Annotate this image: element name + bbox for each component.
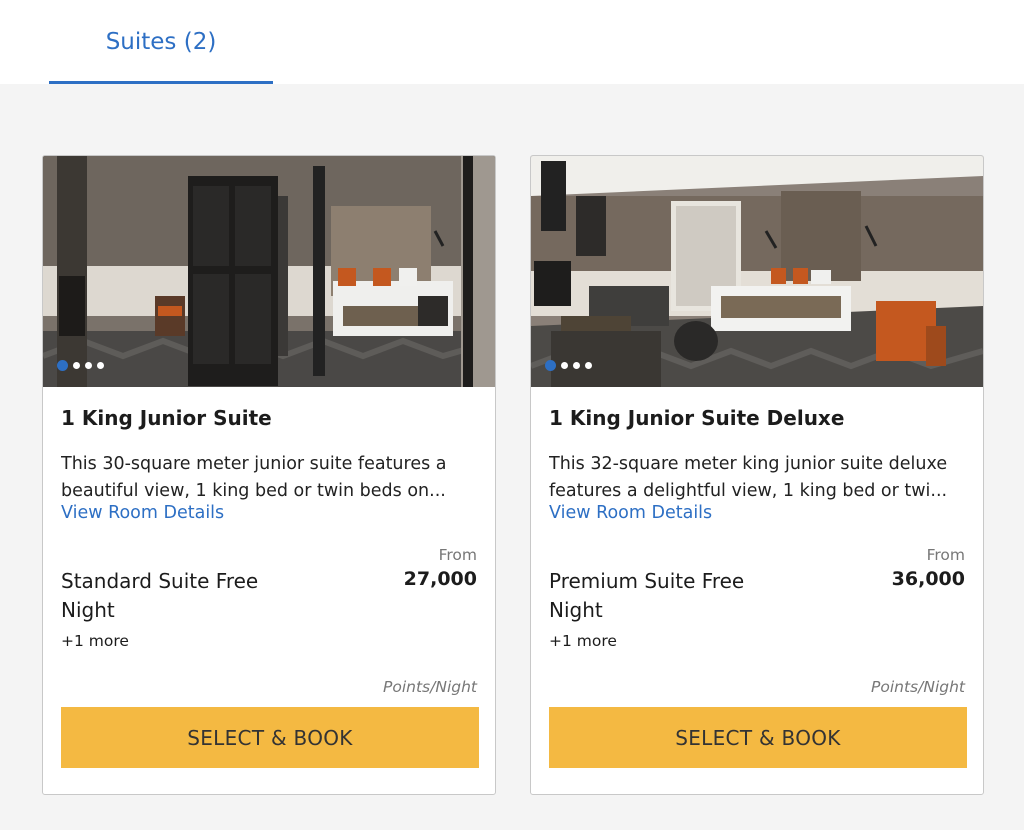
room-card: 1 King Junior Suite Deluxe This 32-squar…	[530, 155, 984, 795]
rate-name: Standard Suite Free Night	[61, 569, 259, 622]
carousel-dot[interactable]	[73, 362, 80, 369]
carousel-dot[interactable]	[97, 362, 104, 369]
tab-suites[interactable]: Suites (2)	[49, 0, 273, 84]
carousel-dot[interactable]	[545, 360, 556, 371]
view-room-details-link[interactable]: View Room Details	[549, 503, 712, 523]
price-points: 36,000	[891, 568, 965, 590]
room-title: 1 King Junior Suite Deluxe	[549, 406, 845, 430]
select-and-book-button[interactable]: SELECT & BOOK	[549, 707, 967, 768]
carousel-dots	[57, 360, 104, 371]
room-title: 1 King Junior Suite	[61, 406, 272, 430]
from-label: From	[926, 546, 965, 564]
view-room-details-link[interactable]: View Room Details	[61, 503, 224, 523]
select-and-book-button[interactable]: SELECT & BOOK	[61, 707, 479, 768]
description-line: This 32-square meter king junior suite d…	[549, 454, 948, 474]
more-rates-link[interactable]: +1 more	[61, 632, 129, 650]
room-description: This 32-square meter king junior suite d…	[549, 451, 969, 505]
carousel-dot[interactable]	[561, 362, 568, 369]
price-unit: Points/Night	[383, 678, 477, 696]
carousel-dot[interactable]	[573, 362, 580, 369]
tab-bar: Suites (2)	[0, 0, 1024, 84]
rate-name: Premium Suite Free Night	[549, 569, 745, 622]
tab-active-indicator	[49, 81, 273, 84]
price-points: 27,000	[403, 568, 477, 590]
carousel-dot[interactable]	[85, 362, 92, 369]
room-photo[interactable]	[531, 156, 983, 387]
room-photo[interactable]	[43, 156, 495, 387]
carousel-dots	[545, 360, 592, 371]
carousel-dot[interactable]	[585, 362, 592, 369]
carousel-dot[interactable]	[57, 360, 68, 371]
tab-suites-label: Suites (2)	[105, 29, 217, 55]
from-label: From	[438, 546, 477, 564]
more-rates-link[interactable]: +1 more	[549, 632, 617, 650]
room-card: 1 King Junior Suite This 30-square meter…	[42, 155, 496, 795]
price-unit: Points/Night	[871, 678, 965, 696]
description-line: features a delightful view, 1 king bed o…	[549, 481, 948, 501]
room-description: This 30-square meter junior suite featur…	[61, 451, 481, 505]
description-line: This 30-square meter junior suite featur…	[61, 454, 447, 474]
description-line: beautiful view, 1 king bed or twin beds …	[61, 481, 446, 501]
